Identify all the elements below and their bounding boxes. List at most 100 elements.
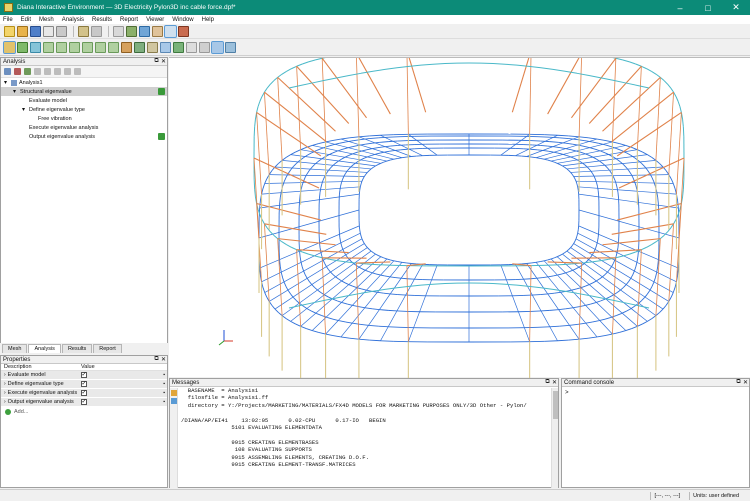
minimize-button[interactable]: – [666,0,694,15]
options-icon[interactable] [74,68,81,75]
move-down-icon[interactable] [44,68,51,75]
mesh-icon[interactable] [139,25,150,37]
menu-edit[interactable]: Edit [21,17,31,23]
tree-item[interactable]: Free vibration [1,114,167,123]
settings-icon[interactable] [56,25,67,37]
roof-truss [668,92,674,175]
property-row[interactable]: › Output eigenvalue analysis ✓ ▪ [1,398,167,407]
tree-item[interactable]: ▾ Analysis1 [1,78,167,87]
bottom-view-icon[interactable] [108,41,119,53]
geometry-icon[interactable] [126,25,137,37]
close-button[interactable]: ✕ [722,0,750,15]
shaded-icon[interactable] [30,41,41,53]
right-view-icon[interactable] [82,41,93,53]
console-input[interactable]: > [562,387,749,398]
results-icon[interactable] [152,25,163,37]
save-icon[interactable] [30,25,41,37]
tree-item[interactable]: Execute eigenvalue analysis [1,123,167,132]
paste-icon[interactable] [64,68,71,75]
copy-icon[interactable] [54,68,61,75]
run-analysis-icon[interactable] [24,68,31,75]
front-view-icon[interactable] [43,41,54,53]
grid-icon[interactable] [178,25,189,37]
mesh-display-icon[interactable] [211,40,224,54]
menu-file[interactable]: File [3,17,13,23]
measure-icon[interactable] [225,41,236,53]
row-menu-icon[interactable]: ▪ [163,381,165,387]
new-project-icon[interactable] [4,25,15,37]
tree-item[interactable]: Evaluate model [1,96,167,105]
menu-results[interactable]: Results [92,17,112,23]
tab-report[interactable]: Report [93,344,122,353]
float-panel-icon[interactable]: ⧉ [735,379,742,386]
close-panel-icon[interactable]: ✕ [160,356,167,363]
delete-analysis-icon[interactable] [14,68,21,75]
zoom-icon[interactable] [147,41,158,53]
float-panel-icon[interactable]: ⧉ [153,58,160,65]
tree-item[interactable]: Output eigenvalue analysis [1,132,167,141]
cube-view-icon[interactable] [3,40,16,54]
menu-viewer[interactable]: Viewer [146,17,164,23]
open-project-icon[interactable] [17,25,28,37]
seating-ring [585,284,590,287]
menu-window[interactable]: Window [172,17,193,23]
close-panel-icon[interactable]: ✕ [742,379,749,386]
model-viewport[interactable] [169,49,750,397]
undo-icon[interactable] [78,25,89,37]
row-expander-icon[interactable]: › [4,381,6,387]
copy-messages-icon[interactable] [171,398,177,404]
shape-icon[interactable] [113,25,124,37]
float-panel-icon[interactable]: ⧉ [153,356,160,363]
tab-analysis[interactable]: Analysis [28,344,61,353]
row-menu-icon[interactable]: ▪ [163,399,165,405]
units-indicator[interactable]: Units: user defined [689,491,742,500]
redo-icon[interactable] [91,25,102,37]
left-view-icon[interactable] [69,41,80,53]
back-view-icon[interactable] [56,41,67,53]
row-menu-icon[interactable]: ▪ [163,390,165,396]
wireframe-icon[interactable] [199,41,210,53]
iso-view-icon[interactable] [121,41,132,53]
seating-ring [655,312,660,316]
add-row[interactable]: Add... [1,407,167,416]
property-checkbox[interactable]: ✓ [81,399,87,405]
top-view-icon[interactable] [95,41,106,53]
property-row[interactable]: › Evaluate model ✓ ▪ [1,371,167,380]
property-checkbox[interactable]: ✓ [81,381,87,387]
tree-expander-icon[interactable]: ▾ [4,79,11,86]
tree-item[interactable]: ▾ Define eigenvalue type [1,105,167,114]
shading-icon[interactable] [186,41,197,53]
add-analysis-icon[interactable] [4,68,11,75]
move-up-icon[interactable] [34,68,41,75]
fit-view-icon[interactable] [134,41,145,53]
tab-mesh[interactable]: Mesh [2,344,28,353]
menu-report[interactable]: Report [120,17,138,23]
row-expander-icon[interactable]: › [4,390,6,396]
row-expander-icon[interactable]: › [4,399,6,405]
tab-results[interactable]: Results [61,344,93,353]
tree-expander-icon[interactable]: ▾ [13,88,20,95]
tree-expander-icon[interactable]: ▾ [22,106,29,113]
messages-scrollbar[interactable] [551,388,558,488]
menu-mesh[interactable]: Mesh [39,17,54,23]
roof-cable [615,255,624,259]
row-expander-icon[interactable]: › [4,372,6,378]
clear-icon[interactable] [171,390,177,396]
pan-icon[interactable] [173,41,184,53]
property-row[interactable]: › Execute eigenvalue analysis ✓ ▪ [1,389,167,398]
select-mode-icon[interactable] [164,24,177,38]
menu-analysis[interactable]: Analysis [62,17,84,23]
close-panel-icon[interactable]: ✕ [160,58,167,65]
maximize-button[interactable]: □ [694,0,722,15]
float-panel-icon[interactable]: ⧉ [544,379,551,386]
property-checkbox[interactable]: ✓ [81,372,87,378]
solid-view-icon[interactable] [17,41,28,53]
property-checkbox[interactable]: ✓ [81,390,87,396]
print-icon[interactable] [43,25,54,37]
property-row[interactable]: › Define eigenvalue type ✓ ▪ [1,380,167,389]
close-panel-icon[interactable]: ✕ [551,379,558,386]
row-menu-icon[interactable]: ▪ [163,372,165,378]
tree-item[interactable]: ▾ Structural eigenvalue [1,87,167,96]
menu-help[interactable]: Help [202,17,214,23]
rotate-icon[interactable] [160,41,171,53]
